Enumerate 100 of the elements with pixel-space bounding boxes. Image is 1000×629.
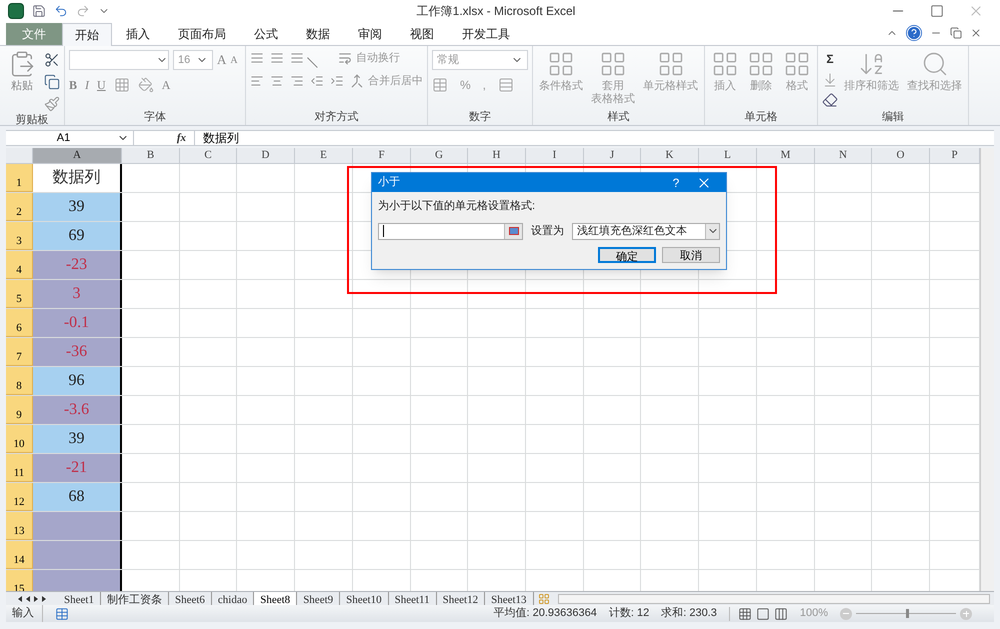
column-header[interactable]: O	[872, 148, 930, 163]
align-left-icon[interactable]	[250, 74, 264, 88]
align-right-icon[interactable]	[290, 74, 304, 88]
ribbon-tab[interactable]: 审阅	[344, 23, 396, 45]
row-header[interactable]: 5	[6, 280, 33, 308]
dialog-button[interactable]: 确定	[598, 247, 656, 263]
name-box[interactable]: A1	[6, 131, 134, 145]
row-header[interactable]: 3	[6, 222, 33, 250]
ribbon-tab[interactable]: 页面布局	[164, 23, 240, 45]
table-cell: 39	[33, 425, 122, 453]
column-header[interactable]: K	[641, 148, 699, 163]
table-cell: 68	[33, 483, 122, 511]
sheet-tab[interactable]: Sheet8	[254, 592, 298, 605]
insert-sheet-icon[interactable]	[538, 592, 550, 604]
grid-icon	[783, 50, 811, 78]
help-icon[interactable]	[906, 25, 922, 41]
dialog-help-button[interactable]: ?	[664, 174, 688, 192]
row-header[interactable]: 13	[6, 512, 33, 540]
group-title: 单元格	[744, 110, 778, 125]
page-layout-icon[interactable]	[756, 606, 770, 620]
row-header[interactable]: 1	[6, 164, 33, 192]
column-header[interactable]: I	[526, 148, 584, 163]
column-header[interactable]: F	[353, 148, 411, 163]
autosum-button[interactable]: Σ	[822, 50, 838, 68]
column-header[interactable]: E	[295, 148, 353, 163]
row-header[interactable]: 12	[6, 483, 33, 511]
column-header[interactable]: G	[411, 148, 468, 163]
normal-view-icon[interactable]	[738, 606, 752, 620]
status-count: 计数: 12	[608, 606, 650, 622]
row-header[interactable]: 6	[6, 309, 33, 337]
status-average: 平均值: 20.93636364	[494, 606, 597, 622]
borders-icon[interactable]	[114, 77, 130, 93]
table-cell: -21	[33, 454, 122, 482]
ribbon-tab[interactable]: 开发工具	[448, 23, 524, 45]
column-header[interactable]: N	[815, 148, 872, 163]
align-center-icon[interactable]	[270, 74, 284, 88]
group-title: 字体	[143, 110, 167, 125]
status-mode: 输入	[12, 605, 43, 622]
decrease-indent-icon[interactable]	[310, 74, 324, 88]
format-label: 设置为	[531, 224, 564, 239]
ribbon-tab[interactable]: 公式	[240, 23, 292, 45]
close-icon[interactable]	[970, 27, 982, 39]
middle-align-icon[interactable]	[270, 51, 284, 66]
table-cell: 96	[33, 367, 122, 395]
fill-color-icon[interactable]	[138, 77, 154, 93]
ribbon-tab[interactable]: 开始	[62, 23, 112, 46]
row-header[interactable]: 2	[6, 193, 33, 221]
row-header[interactable]: 11	[6, 454, 33, 482]
column-header[interactable]: B	[122, 148, 180, 163]
insert-function-button[interactable]: fx	[176, 130, 186, 146]
group-title: 样式	[606, 110, 630, 125]
macro-record-icon[interactable]	[55, 606, 69, 620]
table-cell: -0.1	[33, 309, 122, 337]
copy-icon[interactable]	[44, 74, 60, 90]
maximize-icon[interactable]	[930, 4, 944, 18]
cut-icon[interactable]	[44, 52, 60, 68]
page-break-icon[interactable]	[774, 606, 788, 620]
row-header[interactable]: 7	[6, 338, 33, 366]
column-header[interactable]: C	[180, 148, 237, 163]
restore-icon[interactable]	[950, 27, 962, 39]
table-cell: 69	[33, 222, 122, 250]
group-title: 编辑	[881, 110, 905, 125]
row-header[interactable]: 10	[6, 425, 33, 453]
column-header[interactable]: J	[584, 148, 641, 163]
format-painter-icon[interactable]	[44, 96, 60, 112]
row-header[interactable]: 14	[6, 541, 33, 569]
grid-icon	[711, 50, 739, 78]
eraser-icon[interactable]	[822, 92, 838, 108]
top-align-icon[interactable]	[250, 51, 264, 66]
increase-indent-icon[interactable]	[330, 74, 344, 88]
ribbon-tab[interactable]: 视图	[396, 23, 448, 45]
grid-icon	[547, 50, 575, 78]
bottom-align-icon[interactable]	[290, 51, 304, 66]
font-name-field[interactable]	[69, 50, 169, 70]
row-header[interactable]: 9	[6, 396, 33, 424]
formula-field[interactable]: 数据列	[194, 131, 994, 145]
column-header[interactable]: M	[757, 148, 815, 163]
column-header[interactable]: H	[468, 148, 526, 163]
row-header[interactable]: 8	[6, 367, 33, 395]
undo-icon[interactable]	[54, 4, 68, 18]
window-title: 工作簿1.xlsx - Microsoft Excel	[416, 3, 576, 20]
dialog-button[interactable]: 取消	[662, 247, 720, 263]
merge-icon	[350, 74, 364, 88]
range-select-icon[interactable]	[504, 224, 522, 238]
format-select[interactable]: 浅红填充色深红色文本	[572, 222, 720, 240]
column-header[interactable]: A	[33, 148, 122, 163]
vertical-scrollbar[interactable]	[980, 148, 994, 591]
save-icon[interactable]	[32, 4, 46, 18]
column-header[interactable]: D	[237, 148, 295, 163]
redo-icon[interactable]	[76, 4, 90, 18]
horizontal-scrollbar[interactable]	[558, 594, 990, 604]
dialog-prompt: 为小于以下值的单元格设置格式:	[377, 199, 536, 214]
ribbon-tab[interactable]: 插入	[112, 23, 164, 45]
table-cell: -36	[33, 338, 122, 366]
zoom-level: 100%	[800, 606, 828, 622]
ribbon-tab[interactable]: 数据	[292, 23, 344, 45]
row-header[interactable]: 4	[6, 251, 33, 279]
column-header[interactable]: L	[699, 148, 757, 163]
table-cell: -23	[33, 251, 122, 279]
value-field[interactable]	[378, 222, 523, 240]
